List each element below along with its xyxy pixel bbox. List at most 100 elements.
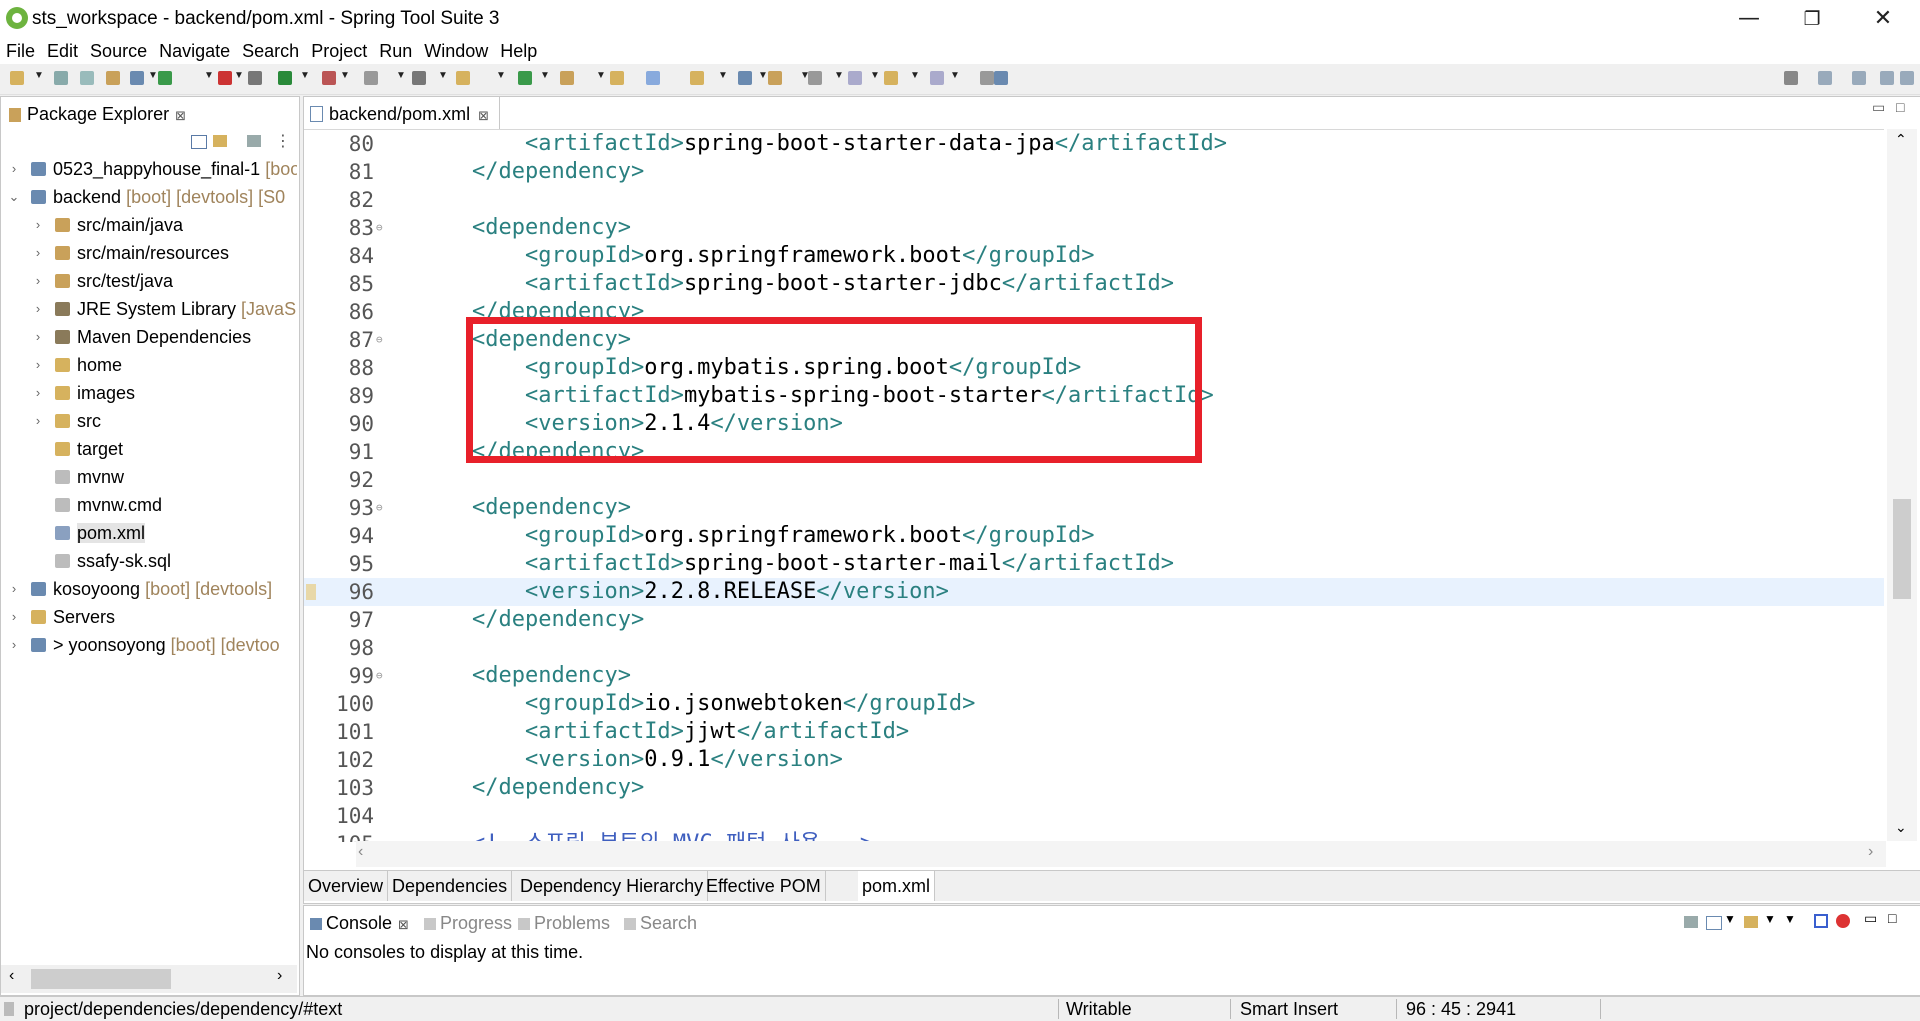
code-line[interactable]: 100 <groupId>io.jsonwebtoken</groupId> [304, 690, 1884, 718]
tree-item[interactable]: › Servers [1, 603, 297, 631]
toolbar-icon[interactable] [54, 71, 68, 85]
toolbar-icon[interactable] [10, 71, 24, 85]
tree-item[interactable]: › home [1, 351, 297, 379]
pom-tab-overview[interactable]: Overview [304, 871, 389, 901]
chevron-down-icon[interactable]: ▼ [800, 70, 810, 81]
tree-item[interactable]: › > yoonsoyong [boot] [devtoo [1, 631, 297, 659]
toolbar-icon[interactable] [980, 71, 994, 85]
perspective-icon[interactable] [1852, 71, 1866, 85]
toolbar-icon[interactable] [456, 71, 470, 85]
minimize-view-icon[interactable]: ▭ [1864, 910, 1877, 927]
menu-search[interactable]: Search [236, 38, 305, 64]
pom-tab-dependencies[interactable]: Dependencies [388, 871, 513, 901]
code-line[interactable]: 98 [304, 634, 1884, 662]
view-menu-icon[interactable] [247, 135, 261, 147]
menu-window[interactable]: Window [418, 38, 494, 64]
code-line[interactable]: 94 <groupId>org.springframework.boot</gr… [304, 522, 1884, 550]
maximize-button[interactable]: ❐ [1795, 4, 1829, 34]
chevron-down-icon[interactable]: ▼ [834, 70, 844, 81]
menu-source[interactable]: Source [84, 38, 153, 64]
tree-item[interactable]: › src [1, 407, 297, 435]
tree-item[interactable]: ssafy-sk.sql [1, 547, 297, 575]
toolbar-icon[interactable] [412, 71, 426, 85]
toolbar-icon[interactable] [768, 71, 782, 85]
tree-item[interactable]: ⌄ backend [boot] [devtools] [S0 [1, 183, 297, 211]
chevron-down-icon[interactable]: ▼ [870, 70, 880, 81]
tab-console[interactable]: Console ⊠ [304, 906, 415, 938]
chevron-down-icon[interactable]: ▼ [340, 70, 350, 81]
display-console-icon[interactable] [1706, 916, 1722, 930]
chevron-down-icon[interactable]: ▼ [204, 70, 214, 81]
chevron-down-icon[interactable]: ▼ [910, 70, 920, 81]
toolbar-icon[interactable] [158, 71, 172, 85]
code-line[interactable]: 92 [304, 466, 1884, 494]
code-line[interactable]: 101 <artifactId>jjwt</artifactId> [304, 718, 1884, 746]
code-line[interactable]: 103 </dependency> [304, 774, 1884, 802]
scroll-down-icon[interactable]: ⌄ [1895, 819, 1907, 836]
chevron-down-icon[interactable]: ▼ [496, 70, 506, 81]
toolbar-icon[interactable] [518, 71, 532, 85]
scroll-left-icon[interactable]: ‹ [9, 967, 14, 985]
tree-item[interactable]: target [1, 435, 297, 463]
chevron-right-icon[interactable]: › [31, 379, 45, 407]
pom-tab-effective-pom[interactable]: Effective POM [702, 871, 826, 901]
fold-toggle-icon[interactable]: ⊖ [376, 214, 383, 242]
horizontal-scrollbar[interactable]: ‹ › [356, 841, 1886, 867]
toolbar-icon[interactable] [610, 71, 624, 85]
fold-toggle-icon[interactable]: ⊖ [376, 326, 383, 354]
view-menu-icon[interactable]: ▼ [1784, 912, 1796, 926]
fold-toggle-icon[interactable]: ⊖ [376, 494, 383, 522]
fold-toggle-icon[interactable]: ⊖ [376, 662, 383, 690]
tree-item[interactable]: › src/main/resources [1, 239, 297, 267]
spring-icon[interactable] [1836, 914, 1850, 928]
chevron-right-icon[interactable]: › [31, 407, 45, 435]
chevron-right-icon[interactable]: › [7, 155, 21, 183]
scroll-thumb[interactable] [1893, 499, 1911, 599]
search-icon[interactable] [1784, 71, 1798, 85]
pom-tab-dependency-hierarchy[interactable]: Dependency Hierarchy [516, 871, 709, 901]
chevron-right-icon[interactable]: › [31, 295, 45, 323]
code-line[interactable]: 99 ⊖ <dependency> [304, 662, 1884, 690]
chevron-down-icon[interactable]: ▼ [1724, 912, 1736, 926]
tree-item[interactable]: › Maven Dependencies [1, 323, 297, 351]
tree-item[interactable]: › JRE System Library [JavaSE- [1, 295, 297, 323]
tab-progress[interactable]: Progress [418, 906, 518, 938]
minimize-button[interactable]: — [1732, 4, 1766, 34]
package-explorer-tab[interactable]: Package Explorer ⊠ [1, 97, 194, 129]
scroll-right-icon[interactable]: › [277, 967, 282, 985]
maximize-view-icon[interactable]: □ [1888, 910, 1896, 926]
horizontal-scrollbar[interactable]: ‹ › [1, 965, 297, 993]
toolbar-icon[interactable] [560, 71, 574, 85]
chevron-down-icon[interactable]: ▼ [1764, 912, 1776, 926]
code-line[interactable]: 80 <artifactId>spring-boot-starter-data-… [304, 130, 1884, 158]
code-line[interactable]: 82 [304, 186, 1884, 214]
toolbar-icon[interactable] [80, 71, 94, 85]
code-line[interactable]: 85 <artifactId>spring-boot-starter-jdbc<… [304, 270, 1884, 298]
chevron-right-icon[interactable]: › [31, 239, 45, 267]
collapse-all-icon[interactable] [191, 135, 207, 149]
toolbar-icon[interactable] [278, 71, 292, 85]
chevron-right-icon[interactable]: › [7, 575, 21, 603]
close-icon[interactable]: ⊠ [175, 108, 186, 123]
chevron-down-icon[interactable]: ▼ [758, 70, 768, 81]
toolbar-icon[interactable] [322, 71, 336, 85]
chevron-down-icon[interactable]: ⌄ [7, 183, 21, 211]
chevron-down-icon[interactable]: ▼ [718, 70, 728, 81]
code-line[interactable]: 93 ⊖ <dependency> [304, 494, 1884, 522]
chevron-down-icon[interactable]: ▼ [950, 70, 960, 81]
menu-project[interactable]: Project [305, 38, 373, 64]
toolbar-icon[interactable] [364, 71, 378, 85]
chevron-down-icon[interactable]: ▼ [234, 70, 244, 81]
chevron-right-icon[interactable]: › [31, 351, 45, 379]
open-console-icon[interactable] [1744, 916, 1758, 928]
tab-problems[interactable]: Problems [512, 906, 616, 938]
scroll-right-icon[interactable]: › [1868, 843, 1873, 861]
tree-item[interactable]: › 0523_happyhouse_final-1 [boo [1, 155, 297, 183]
minimize-view-icon[interactable]: ▭ [1872, 99, 1885, 116]
code-editor[interactable]: 80 <artifactId>spring-boot-starter-data-… [304, 129, 1884, 842]
toolbar-icon[interactable] [808, 71, 822, 85]
code-line[interactable]: 97 </dependency> [304, 606, 1884, 634]
pom-tab-pom-xml[interactable]: pom.xml [858, 871, 936, 901]
toolbar-icon[interactable] [218, 71, 232, 85]
toolbar-icon[interactable] [738, 71, 752, 85]
